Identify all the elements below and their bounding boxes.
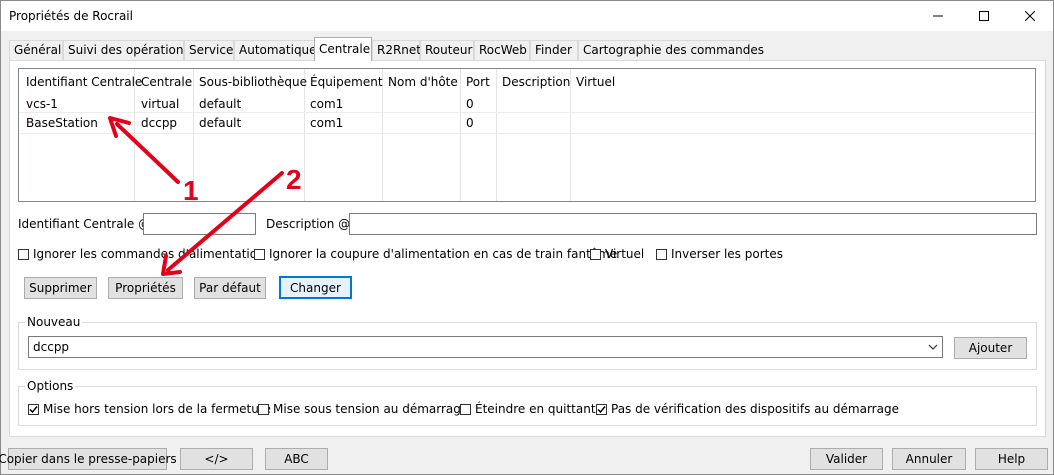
cell-id[interactable]: BaseStation: [26, 116, 98, 130]
checkbox-box[interactable]: [18, 248, 29, 260]
properties-button[interactable]: Propriétés: [108, 277, 183, 299]
header-centrale[interactable]: Centrale: [141, 75, 192, 89]
column-virtuel: [571, 69, 1035, 201]
desc-label: Description @: [266, 217, 351, 231]
tab-r2rnet[interactable]: R2Rnet: [372, 40, 421, 60]
checkbox-box[interactable]: [254, 248, 265, 260]
header-desc[interactable]: Description: [502, 75, 570, 89]
nouveau-title: Nouveau: [25, 315, 83, 329]
copy-clipboard-button[interactable]: Copier dans le presse-papiers: [0, 448, 177, 470]
header-sub[interactable]: Sous-bibliothèque: [199, 75, 307, 89]
checkbox-box[interactable]: [596, 403, 607, 415]
shutdown-checkbox[interactable]: Éteindre en quittant: [460, 402, 596, 416]
cancel-button[interactable]: Annuler: [892, 448, 966, 470]
tab-routeur[interactable]: Routeur: [420, 40, 474, 60]
checkbox-label: Inverser les portes: [671, 247, 783, 261]
tab-finder[interactable]: Finder: [530, 40, 578, 60]
cell-equip: com1: [310, 116, 344, 130]
minimize-button[interactable]: [915, 1, 961, 31]
checkbox-box[interactable]: [460, 403, 471, 415]
tab-rocweb[interactable]: RocWeb: [474, 40, 530, 60]
checkbox-box[interactable]: [656, 248, 667, 260]
header-id[interactable]: Identifiant Centrale: [26, 75, 142, 89]
code-button[interactable]: </>: [180, 448, 253, 470]
cell-equip: com1: [310, 97, 344, 111]
checkbox-label: Pas de vérification des dispositifs au d…: [611, 402, 899, 416]
checkbox-label: Mise hors tension lors de la fermeture: [43, 402, 271, 416]
default-button[interactable]: Par défaut: [194, 277, 266, 299]
tab-cartographie[interactable]: Cartographie des commandes: [578, 40, 764, 60]
checkbox-label: Virtuel: [605, 247, 645, 261]
ignore-power-checkbox[interactable]: Ignorer la coupure d'alimentation en cas…: [254, 247, 617, 261]
id-label: Identifiant Centrale @: [18, 217, 151, 231]
close-button[interactable]: [1007, 1, 1053, 31]
power-on-checkbox[interactable]: Mise sous tension au démarrage: [258, 402, 468, 416]
tab-service[interactable]: Service: [184, 40, 234, 60]
checkbox-label: Ignorer la coupure d'alimentation en cas…: [269, 247, 618, 261]
cell-port: 0: [466, 116, 474, 130]
tab-suivi[interactable]: Suivi des opérations: [63, 40, 190, 60]
ignore-commands-checkbox[interactable]: Ignorer les commandes d'alimentation: [18, 247, 265, 261]
header-host[interactable]: Nom d'hôte: [388, 75, 458, 89]
row-divider: [19, 112, 1035, 113]
power-off-checkbox[interactable]: Mise hors tension lors de la fermeture: [28, 402, 271, 416]
cell-sub: default: [199, 97, 242, 111]
no-check-checkbox[interactable]: Pas de vérification des dispositifs au d…: [596, 402, 899, 416]
tab-centrale[interactable]: Centrale: [314, 37, 372, 61]
delete-button[interactable]: Supprimer: [24, 277, 97, 299]
cell-id[interactable]: vcs-1: [26, 97, 58, 111]
select-value: dccpp: [33, 340, 70, 354]
properties-window: Propriétés de Rocrail Général Suivi des …: [0, 0, 1054, 475]
row-divider: [19, 133, 1035, 134]
title-bar: Propriétés de Rocrail: [1, 1, 1053, 31]
minimize-icon: [933, 15, 943, 17]
header-port[interactable]: Port: [466, 75, 490, 89]
cell-centrale: dccpp: [141, 116, 178, 130]
add-button[interactable]: Ajouter: [954, 337, 1027, 359]
help-button[interactable]: Help: [975, 448, 1048, 470]
change-button[interactable]: Changer: [279, 276, 352, 299]
cell-port: 0: [466, 97, 474, 111]
checkmark-icon: [597, 405, 606, 413]
chevron-down-icon: [928, 344, 938, 350]
header-equip[interactable]: Équipement: [310, 75, 383, 89]
checkbox-box[interactable]: [590, 248, 601, 260]
tab-general[interactable]: Général: [9, 40, 63, 60]
checkbox-box[interactable]: [258, 403, 269, 415]
window-title: Propriétés de Rocrail: [9, 9, 133, 23]
checkbox-label: Éteindre en quittant: [475, 402, 596, 416]
checkbox-label: Mise sous tension au démarrage: [273, 402, 469, 416]
validate-button[interactable]: Valider: [810, 448, 883, 470]
id-input[interactable]: [143, 213, 256, 235]
close-icon: [1025, 11, 1035, 21]
checkbox-label: Ignorer les commandes d'alimentation: [33, 247, 265, 261]
options-title: Options: [25, 379, 76, 393]
abc-button[interactable]: ABC: [265, 448, 328, 470]
checkmark-icon: [29, 405, 38, 413]
tab-automatique[interactable]: Automatique: [234, 40, 317, 60]
checkbox-box[interactable]: [28, 403, 39, 415]
maximize-button[interactable]: [961, 1, 1007, 31]
header-virtuel[interactable]: Virtuel: [576, 75, 615, 89]
centrale-list[interactable]: Identifiant Centrale Centrale Sous-bibli…: [18, 68, 1036, 202]
cell-sub: default: [199, 116, 242, 130]
desc-input[interactable]: [349, 213, 1037, 235]
cell-centrale: virtual: [141, 97, 180, 111]
centrale-type-select[interactable]: dccpp: [28, 336, 943, 358]
maximize-icon: [979, 11, 989, 21]
virtual-checkbox[interactable]: Virtuel: [590, 247, 644, 261]
invert-ports-checkbox[interactable]: Inverser les portes: [656, 247, 783, 261]
